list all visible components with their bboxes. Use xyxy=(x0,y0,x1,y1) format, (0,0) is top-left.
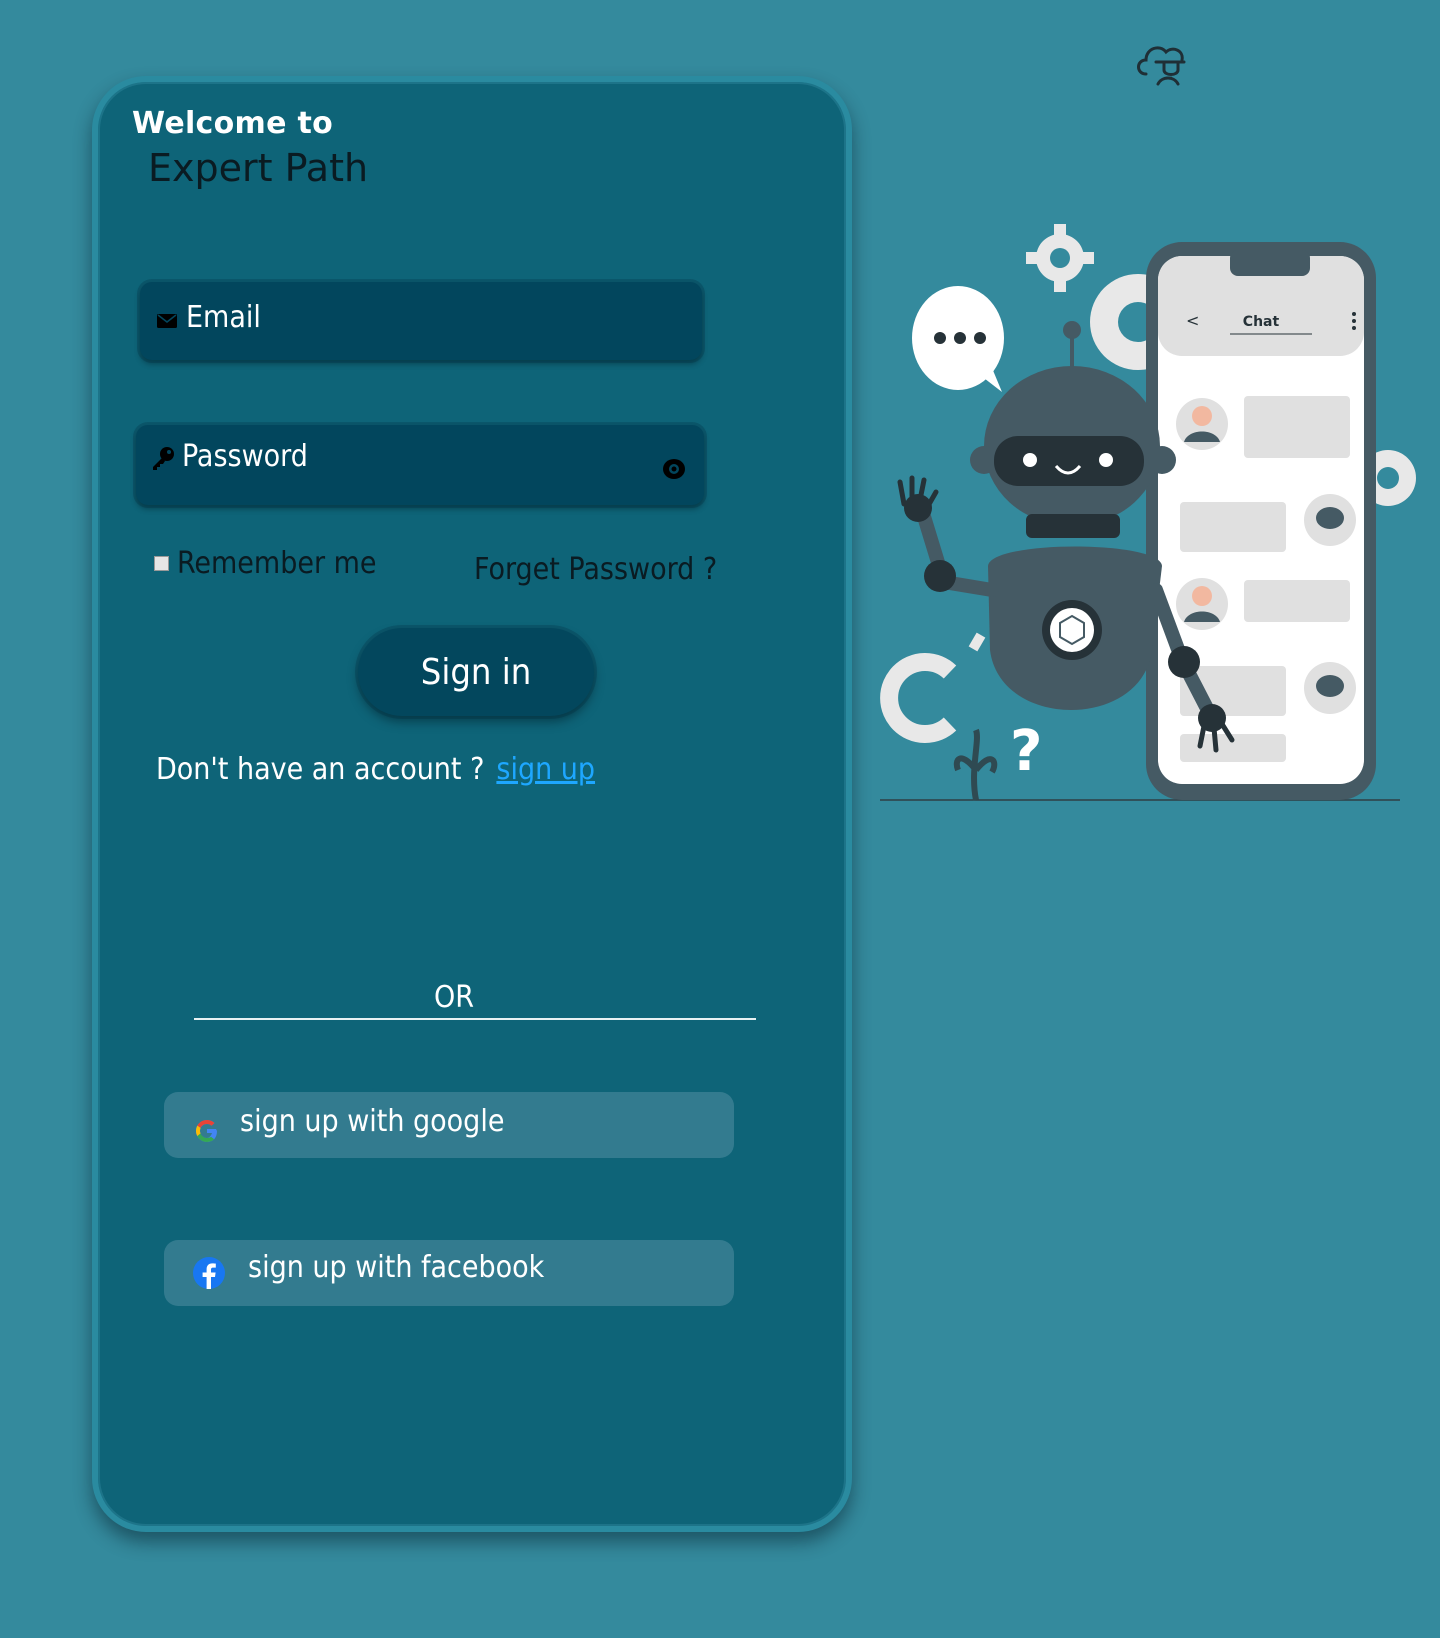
signup-link[interactable]: sign up xyxy=(496,752,595,787)
login-card: Welcome to Expert Path Email Password Re… xyxy=(92,76,852,1532)
question-mark-icon: ? xyxy=(1010,719,1042,784)
remember-label: Remember me xyxy=(177,546,377,581)
facebook-icon xyxy=(193,1257,225,1289)
speech-bubble-icon xyxy=(912,286,1004,392)
password-field[interactable]: Password xyxy=(136,425,704,505)
brand-title: Expert Path xyxy=(148,146,369,190)
google-label: sign up with google xyxy=(240,1104,505,1139)
envelope-icon xyxy=(157,314,177,328)
svg-text:<: < xyxy=(1186,311,1199,330)
or-divider-line xyxy=(194,1018,756,1020)
no-account-text: Don't have an account ? xyxy=(156,752,485,787)
forget-password-link[interactable]: Forget Password ? xyxy=(474,552,717,587)
remember-me[interactable]: Remember me xyxy=(154,546,377,581)
key-icon xyxy=(153,447,174,470)
signin-button[interactable]: Sign in xyxy=(358,628,594,716)
google-icon xyxy=(196,1120,217,1142)
facebook-label: sign up with facebook xyxy=(248,1250,545,1285)
google-signup-button[interactable]: sign up with google xyxy=(164,1092,734,1158)
facebook-signup-button[interactable]: sign up with facebook xyxy=(164,1240,734,1306)
password-placeholder: Password xyxy=(182,439,308,474)
robot-chat-illustration: ? < Chat xyxy=(880,224,1416,801)
cloud-education-logo-icon xyxy=(1137,46,1186,86)
welcome-text: Welcome to xyxy=(132,106,334,141)
or-divider-text: OR xyxy=(434,980,474,1015)
remember-checkbox[interactable] xyxy=(154,556,169,571)
email-placeholder: Email xyxy=(186,300,261,335)
email-field[interactable]: Email xyxy=(140,282,702,360)
chat-title: Chat xyxy=(1243,314,1280,330)
eye-icon[interactable] xyxy=(662,457,686,481)
gear-icon xyxy=(1026,224,1094,292)
phone-mockup: < Chat xyxy=(1146,242,1376,800)
no-account-row: Don't have an account ? sign up xyxy=(156,752,595,787)
